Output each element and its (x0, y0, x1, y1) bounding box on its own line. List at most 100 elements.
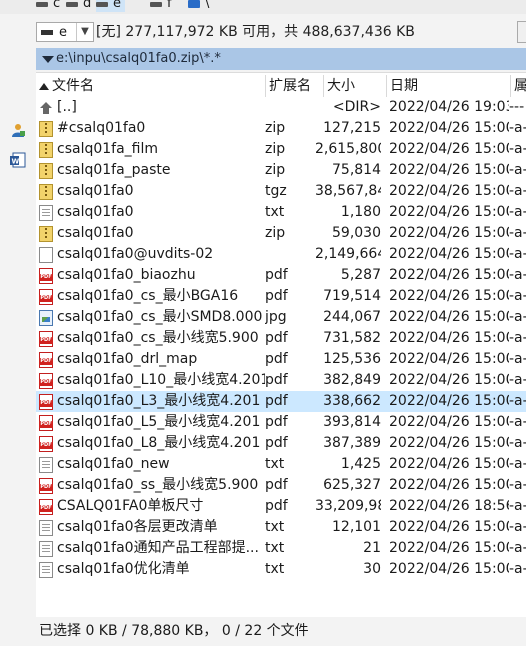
file-attr: -a- (509, 246, 526, 262)
panel-toggle-button[interactable] (517, 21, 526, 43)
column-header-label: 属 (514, 78, 526, 94)
file-row[interactable]: csalq01fa0@uvdits-02 2,149,664 2022/04/26 … (36, 244, 526, 265)
file-size: 2,615,800 (315, 141, 381, 157)
file-date: 2022/04/26 15:00 (389, 414, 509, 430)
file-row[interactable]: csalq01fa0 zip 59,030 2022/04/26 15:00 -a- (36, 223, 526, 244)
file-name: csalq01fa0_cs_最小BGA16 (57, 288, 239, 304)
file-row[interactable]: csalq01fa_film zip 2,615,800 2022/04/26 15:… (36, 139, 526, 160)
file-row[interactable]: csalq01fa_paste zip 75,814 2022/04/26 15:00… (36, 160, 526, 181)
pdf-file-icon (39, 268, 53, 284)
drive-icon (41, 30, 53, 35)
file-size: 38,567,842 (315, 183, 381, 199)
file-attr: -a- (509, 120, 526, 136)
file-row[interactable]: csalq01fa0_L10_最小线宽4.201pdf382,8492022/0… (36, 370, 526, 391)
file-attr: -a- (509, 498, 526, 514)
drive-tab-network[interactable]: \ (188, 0, 209, 12)
column-header-name[interactable]: 文件名 (36, 75, 265, 97)
file-row[interactable]: csalq01fa0_ss_最小线宽5.900pdf625,3272022/04… (36, 475, 526, 496)
file-name: csalq01fa_paste (57, 162, 171, 178)
file-row[interactable]: csalq01fa0tgz38,567,8422022/04/26 15:00-… (36, 181, 526, 202)
file-name: csalq01fa0_L3_最小线宽4.201 (57, 393, 261, 409)
column-header-date[interactable]: 日期 (386, 75, 510, 97)
file-icon-cell (39, 454, 55, 475)
file-attr: -a- (509, 393, 526, 409)
file-size: 127,215 (323, 120, 381, 136)
file-size: 30 (363, 561, 381, 577)
drive-selector[interactable]: e ▼ (36, 22, 94, 42)
file-date: 2022/04/26 15:00 (389, 330, 509, 346)
user-share-icon[interactable] (10, 122, 26, 138)
file-name: #csalq01fa0 (57, 120, 146, 136)
drive-tab-label: c (53, 0, 61, 11)
drive-icon (36, 1, 48, 7)
file-attr: -a- (509, 267, 526, 283)
file-size: 719,514 (323, 288, 381, 304)
text-file-icon (39, 541, 53, 557)
file-row[interactable]: csalq01fa0_cs_最小SMD8.000 jpg 244,067 2022/0… (36, 307, 526, 328)
pdf-file-icon (39, 415, 53, 431)
file-icon-cell (39, 559, 55, 580)
chevron-down-icon[interactable]: ▼ (76, 23, 93, 41)
zip-archive-icon (39, 121, 53, 137)
file-row[interactable]: #csalq01fa0 zip 127,215 2022/04/26 15:00 -a- (36, 118, 526, 139)
file-size: 2,149,664 (315, 246, 381, 262)
file-attr: -a- (509, 330, 526, 346)
file-row[interactable]: csalq01fa0_drl_mappdf125,5362022/04/26 1… (36, 349, 526, 370)
image-file-icon (39, 310, 53, 326)
column-header-ext[interactable]: 扩展名 (265, 75, 323, 97)
file-date: 2022/04/26 15:00 (389, 351, 509, 367)
drive-icon (150, 1, 162, 7)
file-date: 2022/04/26 15:00 (389, 561, 509, 577)
up-folder-icon (39, 101, 53, 117)
file-row[interactable]: csalq01fa0各层更改清单 txt 12,101 2022/04/26 15:0… (36, 517, 526, 538)
file-icon-cell (39, 223, 55, 244)
file-row[interactable]: csalq01fa0_L3_最小线宽4.201pdf338,6622022/04… (36, 391, 526, 412)
file-row[interactable]: csalq01fa0_cs_最小BGA16pdf719,5142022/04/2… (36, 286, 526, 307)
text-file-icon (39, 562, 53, 578)
file-name: csalq01fa0_L10_最小线宽4.201 (57, 372, 265, 388)
history-dropdown-icon[interactable] (42, 56, 54, 63)
column-header-label: 大小 (327, 78, 355, 94)
file-name: csalq01fa0@uvdits-02 (57, 246, 214, 262)
file-icon-cell (39, 118, 55, 139)
file-row[interactable]: csalq01fa0_L8_最小线宽4.201pdf387,3892022/04… (36, 433, 526, 454)
file-date: 2022/04/26 15:00 (389, 540, 509, 556)
word-doc-icon[interactable]: W (10, 152, 26, 168)
file-name: csalq01fa0_biaozhu (57, 267, 196, 283)
file-size: 338,662 (323, 393, 381, 409)
file-attr: -a- (509, 561, 526, 577)
file-row[interactable]: csalq01fa0优化清单 txt 30 2022/04/26 15:00 -a- (36, 559, 526, 580)
file-icon-cell (39, 286, 55, 307)
file-row[interactable]: csalq01fa0通知产品工程部提... txt 21 2022/04/26 15:… (36, 538, 526, 559)
drive-tab-d[interactable]: d (66, 0, 91, 12)
file-row[interactable]: csalq01fa0 txt 1,180 2022/04/26 15:00 -a- (36, 202, 526, 223)
file-row[interactable]: csalq01fa0_new txt 1,425 2022/04/26 15:00 -a… (36, 454, 526, 475)
pdf-file-icon (39, 436, 53, 452)
pdf-file-icon (39, 373, 53, 389)
file-size: 1,425 (340, 456, 381, 472)
file-attr: -a- (509, 414, 526, 430)
drive-tab-label: e (113, 0, 121, 11)
file-attr: -a- (509, 288, 526, 304)
file-icon-cell (39, 265, 55, 286)
file-icon-cell (39, 328, 55, 349)
file-list[interactable]: 文件名 扩展名 大小 日期 属 [..] <DIR> 2022/04/26 19:0… (36, 72, 526, 617)
drive-tab-c[interactable]: c (36, 0, 60, 12)
path-bar[interactable]: e:\inpu\csalq01fa0.zip\*.* (36, 48, 526, 70)
drive-tab-e[interactable]: e (96, 0, 125, 12)
file-name: csalq01fa0_L8_最小线宽4.201 (57, 435, 261, 451)
file-name: csalq01fa0_L5_最小线宽4.201 (57, 414, 261, 430)
column-header-attr[interactable]: 属 (510, 75, 526, 97)
drive-tab-f[interactable]: f (150, 0, 172, 12)
file-row[interactable]: CSALQ01FA0单板尺寸pdf33,209,9852022/04/26 18… (36, 496, 526, 517)
file-name: csalq01fa0_ss_最小线宽5.900 (57, 477, 259, 493)
column-header-label: 日期 (390, 78, 418, 94)
file-row[interactable]: csalq01fa0_cs_最小线宽5.900pdf731,5822022/04… (36, 328, 526, 349)
column-header-size[interactable]: 大小 (323, 75, 386, 97)
file-row[interactable]: csalq01fa0_L5_最小线宽4.201pdf393,8142022/04… (36, 412, 526, 433)
file-row[interactable]: csalq01fa0_biaozhupdf5,2872022/04/26 15:… (36, 265, 526, 286)
file-name: csalq01fa0 (57, 204, 134, 220)
left-toolbar: W (0, 14, 36, 646)
parent-directory-row[interactable]: [..] <DIR> 2022/04/26 19:03 --- (36, 97, 526, 118)
file-icon-cell (39, 349, 55, 370)
